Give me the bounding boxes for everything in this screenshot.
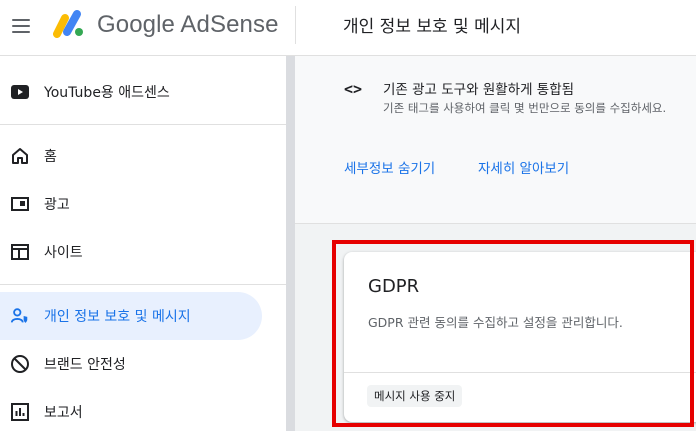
integration-title: 기존 광고 도구와 원활하게 통합됨: [383, 82, 575, 98]
sidebar-item-brand-safety[interactable]: 브랜드 안전성: [0, 340, 262, 388]
adsense-logo-icon: [53, 10, 83, 38]
ads-icon: [10, 194, 30, 214]
sidebar-item-label: 브랜드 안전성: [44, 357, 126, 373]
home-icon: [10, 146, 30, 166]
sidebar-item-ads[interactable]: 광고: [0, 180, 262, 228]
sidebar-item-label: 홈: [44, 149, 57, 165]
app-header: Google AdSense 개인 정보 보호 및 메시지: [0, 0, 696, 56]
sidebar-item-label: 개인 정보 보호 및 메시지: [44, 309, 191, 325]
sidebar-item-reports[interactable]: 보고서: [0, 388, 262, 431]
sidebar-divider: [0, 284, 286, 285]
youtube-icon: [10, 82, 30, 102]
sidebar-item-home[interactable]: 홈: [0, 132, 262, 180]
code-icon: <>: [344, 80, 363, 98]
integration-section: <> 기존 광고 도구와 원활하게 통합됨 기존 태그를 사용하여 클릭 몇 번…: [295, 56, 696, 224]
sidebar-divider: [0, 124, 286, 125]
privacy-person-icon: [10, 306, 30, 326]
sidebar-scrollbar[interactable]: [286, 56, 295, 431]
sidebar-item-label: 사이트: [44, 245, 83, 261]
sites-icon: [10, 242, 30, 262]
hide-details-link[interactable]: 세부정보 숨기기: [344, 157, 435, 177]
sidebar-item-label: 광고: [44, 197, 70, 213]
sidebar-item-sites[interactable]: 사이트: [0, 228, 262, 276]
learn-more-link[interactable]: 자세히 알아보기: [478, 157, 569, 177]
brand-name: Google AdSense: [97, 11, 279, 38]
sidebar-item-privacy-messaging[interactable]: 개인 정보 보호 및 메시지: [0, 292, 262, 340]
integration-description: 기존 태그를 사용하여 클릭 몇 번만으로 동의를 수집하세요.: [383, 101, 667, 115]
header-divider: [295, 6, 296, 44]
highlight-box: [332, 240, 694, 427]
main-menu-icon[interactable]: [10, 14, 34, 38]
page-title: 개인 정보 보호 및 메시지: [343, 17, 522, 37]
block-icon: [10, 354, 30, 374]
sidebar-item-youtube[interactable]: YouTube용 애드센스: [0, 68, 262, 116]
sidebar-item-label: 보고서: [44, 405, 83, 421]
sidebar-item-label: YouTube용 애드센스: [44, 85, 170, 101]
sidebar: YouTube용 애드센스 홈 광고 사이트 개인 정보 보호 및 메시지 브랜…: [0, 56, 286, 431]
reports-icon: [10, 402, 30, 422]
